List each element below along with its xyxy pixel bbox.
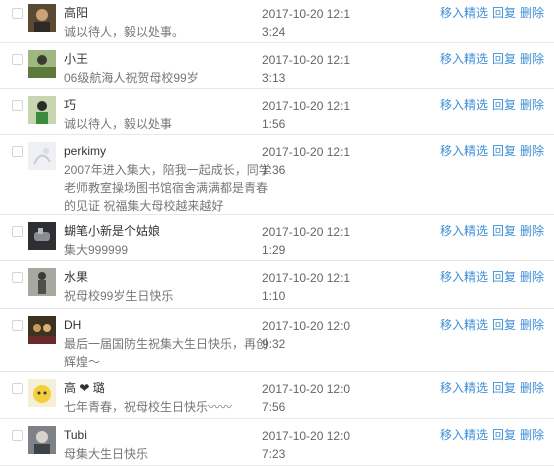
delete-link[interactable]: 删除 — [520, 428, 544, 442]
feature-link[interactable]: 移入精选 — [440, 381, 488, 395]
avatar-light-sketch[interactable] — [28, 142, 56, 170]
avatar-group-dark[interactable] — [28, 316, 56, 344]
delete-link[interactable]: 删除 — [520, 144, 544, 158]
reply-link[interactable]: 回复 — [492, 144, 516, 158]
select-checkbox[interactable] — [12, 320, 23, 331]
comment-time: 2017-10-20 12:11:56 — [262, 99, 351, 131]
comment-row: perkimy 2007年进入集大，陪我一起成长，同学老师教室操场图书馆宿舍满满都… — [0, 135, 554, 215]
feature-link[interactable]: 移入精选 — [440, 224, 488, 238]
select-checkbox[interactable] — [12, 226, 23, 237]
row-actions: 移入精选 回复 删除 — [440, 51, 548, 67]
avatar-cartoon-yellow[interactable] — [28, 379, 56, 407]
delete-link[interactable]: 删除 — [520, 6, 544, 20]
reply-link[interactable]: 回复 — [492, 270, 516, 284]
commenter-name: 高阳 — [64, 6, 89, 20]
comment-message: 诚以待人，毅以处事 — [64, 117, 173, 131]
comment-time: 2017-10-20 12:13:24 — [262, 7, 351, 39]
comment-time: 2017-10-20 12:07:23 — [262, 429, 351, 461]
comment-message: 集大999999 — [64, 243, 129, 257]
feature-link[interactable]: 移入精选 — [440, 270, 488, 284]
comment-row: 高 ❤ 璐七年青春，祝母校生日快乐〰〰 2017-10-20 12:07:56 移入… — [0, 372, 554, 419]
comment-time: 2017-10-20 12:13:13 — [262, 53, 351, 85]
comment-time: 2017-10-20 12:11:10 — [262, 271, 351, 303]
comment-message: 06级航海人祝贺母校99岁 — [64, 71, 199, 85]
reply-link[interactable]: 回复 — [492, 52, 516, 66]
avatar-figure-grey[interactable] — [28, 268, 56, 296]
row-actions: 移入精选 回复 删除 — [440, 380, 548, 396]
delete-link[interactable]: 删除 — [520, 318, 544, 332]
commenter-name: 小王 — [64, 52, 89, 66]
feature-link[interactable]: 移入精选 — [440, 6, 488, 20]
delete-link[interactable]: 删除 — [520, 98, 544, 112]
row-actions: 移入精选 回复 删除 — [440, 97, 548, 113]
feature-link[interactable]: 移入精选 — [440, 52, 488, 66]
comment-message: 最后一届国防生祝集大生日快乐，再创辉煌～ — [64, 337, 269, 369]
avatar-portrait-dark[interactable] — [28, 4, 56, 32]
select-checkbox[interactable] — [12, 100, 23, 111]
comment-time: 2017-10-20 12:11:36 — [262, 145, 351, 177]
commenter-name: 巧 — [64, 98, 77, 112]
commenter-name: 高 ❤ 璐 — [64, 381, 105, 395]
reply-link[interactable]: 回复 — [492, 98, 516, 112]
comment-time: 2017-10-20 12:11:29 — [262, 225, 351, 257]
row-actions: 移入精选 回复 删除 — [440, 143, 548, 159]
comment-time: 2017-10-20 12:07:56 — [262, 382, 351, 414]
delete-link[interactable]: 删除 — [520, 381, 544, 395]
feature-link[interactable]: 移入精选 — [440, 318, 488, 332]
reply-link[interactable]: 回复 — [492, 381, 516, 395]
commenter-name: DH — [64, 318, 82, 332]
comment-row: 蝴笔小新是个姑娘 集大999999 2017-10-20 12:11:29 移入精选回… — [0, 215, 554, 261]
row-actions: 移入精选 回复 删除 — [440, 317, 548, 333]
select-checkbox[interactable] — [12, 8, 23, 19]
feature-link[interactable]: 移入精选 — [440, 144, 488, 158]
row-actions: 移入精选 回复 删除 — [440, 5, 548, 21]
feature-link[interactable]: 移入精选 — [440, 428, 488, 442]
avatar-outdoor-green[interactable] — [28, 50, 56, 78]
comment-message: 祝母校99岁生日快乐 — [64, 289, 174, 303]
commenter-name: 蝴笔小新是个姑娘 — [64, 224, 161, 238]
comment-list: 高阳 诚以待人，毅以处事。 2017-10-20 12:13:24 移入精选 回复 删除小… — [0, 0, 554, 466]
avatar-portrait-grey[interactable] — [28, 426, 56, 454]
comment-row: 巧诚以待人，毅以处事 2017-10-20 12:11:56 移入精选 回复 删除 — [0, 89, 554, 135]
delete-link[interactable]: 删除 — [520, 270, 544, 284]
select-checkbox[interactable] — [12, 383, 23, 394]
comment-row: DH 最后一届国防生祝集大生日快乐，再创辉煌～ 2017-10-20 12:09:3… — [0, 309, 554, 372]
delete-link[interactable]: 删除 — [520, 52, 544, 66]
select-checkbox[interactable] — [12, 272, 23, 283]
reply-link[interactable]: 回复 — [492, 428, 516, 442]
delete-link[interactable]: 删除 — [520, 224, 544, 238]
comment-row: 高阳诚以待人，毅以处事。 2017-10-20 12:13:24 移入精选 回复 删除 — [0, 0, 554, 43]
commenter-name: Tubi — [64, 428, 87, 442]
comment-time: 2017-10-20 12:09:32 — [262, 319, 351, 351]
feature-link[interactable]: 移入精选 — [440, 98, 488, 112]
reply-link[interactable]: 回复 — [492, 318, 516, 332]
row-actions: 移入精选 回复 删除 — [440, 269, 548, 285]
select-checkbox[interactable] — [12, 54, 23, 65]
commenter-name: perkimy — [64, 144, 107, 158]
reply-link[interactable]: 回复 — [492, 224, 516, 238]
row-actions: 移入精选 回复 删除 — [440, 223, 548, 239]
reply-link[interactable]: 回复 — [492, 6, 516, 20]
comment-row: 水果祝母校99岁生日快乐 2017-10-20 12:11:10 移入精选 回复 删除 — [0, 261, 554, 309]
select-checkbox[interactable] — [12, 430, 23, 441]
avatar-person-green[interactable] — [28, 96, 56, 124]
comment-message: 七年青春，祝母校生日快乐〰〰 — [64, 400, 233, 414]
comment-row: Tubi 母集大生日快乐 2017-10-20 12:07:23 移入精选 回复 删除 — [0, 419, 554, 466]
comment-row: 小王 06级航海人祝贺母校99岁 2017-10-20 12:13:13 移入精选 回复… — [0, 43, 554, 89]
comment-message: 2007年进入集大，陪我一起成长，同学老师教室操场图书馆宿舍满满都是青春的见证 … — [64, 163, 271, 213]
avatar-hand-dark[interactable] — [28, 222, 56, 250]
row-actions: 移入精选 回复 删除 — [440, 427, 548, 443]
commenter-name: 水果 — [64, 270, 89, 284]
comment-message: 诚以待人，毅以处事。 — [64, 25, 185, 39]
select-checkbox[interactable] — [12, 146, 23, 157]
comment-message: 母集大生日快乐 — [64, 447, 149, 461]
